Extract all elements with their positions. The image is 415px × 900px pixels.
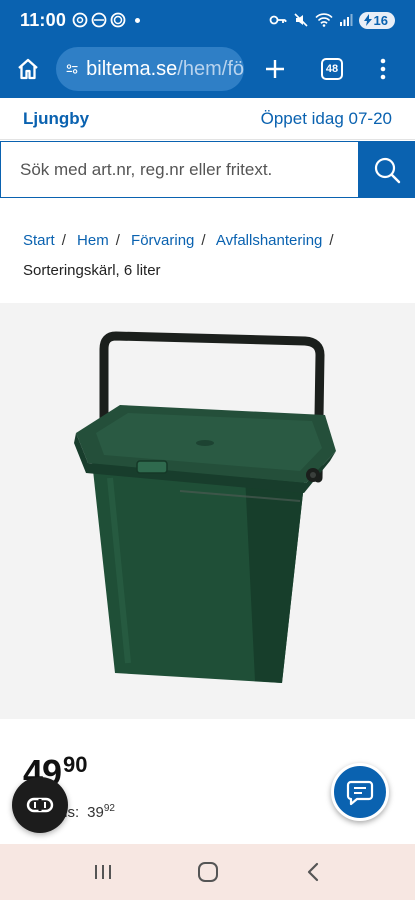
back-icon [307, 862, 318, 882]
system-nav-bar [0, 844, 415, 900]
co-logo-icon [26, 797, 54, 813]
notification-arc-icon [91, 12, 107, 28]
search-icon [374, 157, 400, 183]
breadcrumb-separator: / [201, 232, 206, 249]
notification-target-icon [110, 12, 126, 28]
member-price-value: 3992 [87, 803, 115, 821]
price-cents: 90 [63, 752, 88, 777]
browser-toolbar: biltema.se/hem/fö 48 [0, 40, 415, 98]
url-host: biltema.se [86, 57, 178, 80]
more-vertical-icon [380, 58, 386, 80]
breadcrumb-avfallshantering[interactable]: Avfallshantering [216, 232, 322, 249]
back-button[interactable] [283, 852, 343, 892]
home-nav-button[interactable] [178, 852, 238, 892]
notification-circle-icon [72, 12, 88, 28]
tab-count-icon: 48 [321, 58, 343, 80]
search-bar [0, 141, 415, 199]
breadcrumb-start[interactable]: Start [23, 232, 55, 249]
plus-icon [266, 60, 284, 78]
chat-bubble-icon [346, 780, 374, 806]
charging-bolt-icon [363, 14, 372, 26]
store-hours[interactable]: Öppet idag 07-20 [261, 109, 392, 129]
product-image-area[interactable] [0, 303, 415, 719]
address-bar[interactable]: biltema.se/hem/fö [56, 47, 244, 91]
site-settings-icon[interactable] [66, 60, 78, 78]
notification-icons [72, 12, 141, 28]
mute-icon [293, 13, 308, 27]
chat-button[interactable] [331, 763, 389, 821]
status-bar: 11:00 16 [0, 0, 415, 40]
home-icon [18, 58, 38, 80]
status-right-icons: 16 [269, 11, 395, 29]
store-bar: Ljungby Öppet idag 07-20 [0, 98, 415, 140]
more-notifications-dot [135, 17, 141, 23]
search-input[interactable] [0, 141, 358, 198]
home-nav-icon [197, 862, 218, 882]
battery-level: 16 [373, 12, 388, 28]
status-time: 11:00 [20, 9, 67, 30]
spacer [0, 199, 415, 211]
battery-indicator: 16 [358, 11, 395, 29]
wifi-icon [314, 13, 333, 27]
breadcrumb-current: Sorteringskärl, 6 liter [23, 262, 161, 279]
breadcrumb-separator: / [61, 232, 66, 249]
recent-apps-button[interactable] [73, 852, 133, 892]
url-text: biltema.se/hem/fö [86, 58, 244, 81]
browser-menu-button[interactable] [358, 40, 408, 98]
signal-icon [339, 14, 353, 26]
product-image [74, 331, 336, 683]
member-price-whole: 39 [87, 804, 104, 821]
tab-count: 48 [325, 63, 339, 75]
url-path: /hem/fö [177, 57, 244, 80]
accessibility-fab[interactable] [12, 777, 68, 833]
member-price-cents: 92 [103, 803, 115, 814]
new-tab-button[interactable] [244, 40, 306, 98]
breadcrumb-separator: / [329, 232, 334, 249]
key-icon [269, 15, 286, 25]
breadcrumb-hem[interactable]: Hem [77, 232, 109, 249]
store-name[interactable]: Ljungby [23, 109, 89, 129]
search-button[interactable] [358, 141, 415, 198]
breadcrumb: Start / Hem / Förvaring / Avfallshantering /… [23, 230, 395, 282]
breadcrumb-separator: / [115, 232, 120, 249]
home-button[interactable] [0, 40, 56, 98]
breadcrumb-forvaring[interactable]: Förvaring [131, 232, 194, 249]
recent-apps-icon [94, 865, 111, 879]
tab-switcher-button[interactable]: 48 [306, 40, 358, 98]
